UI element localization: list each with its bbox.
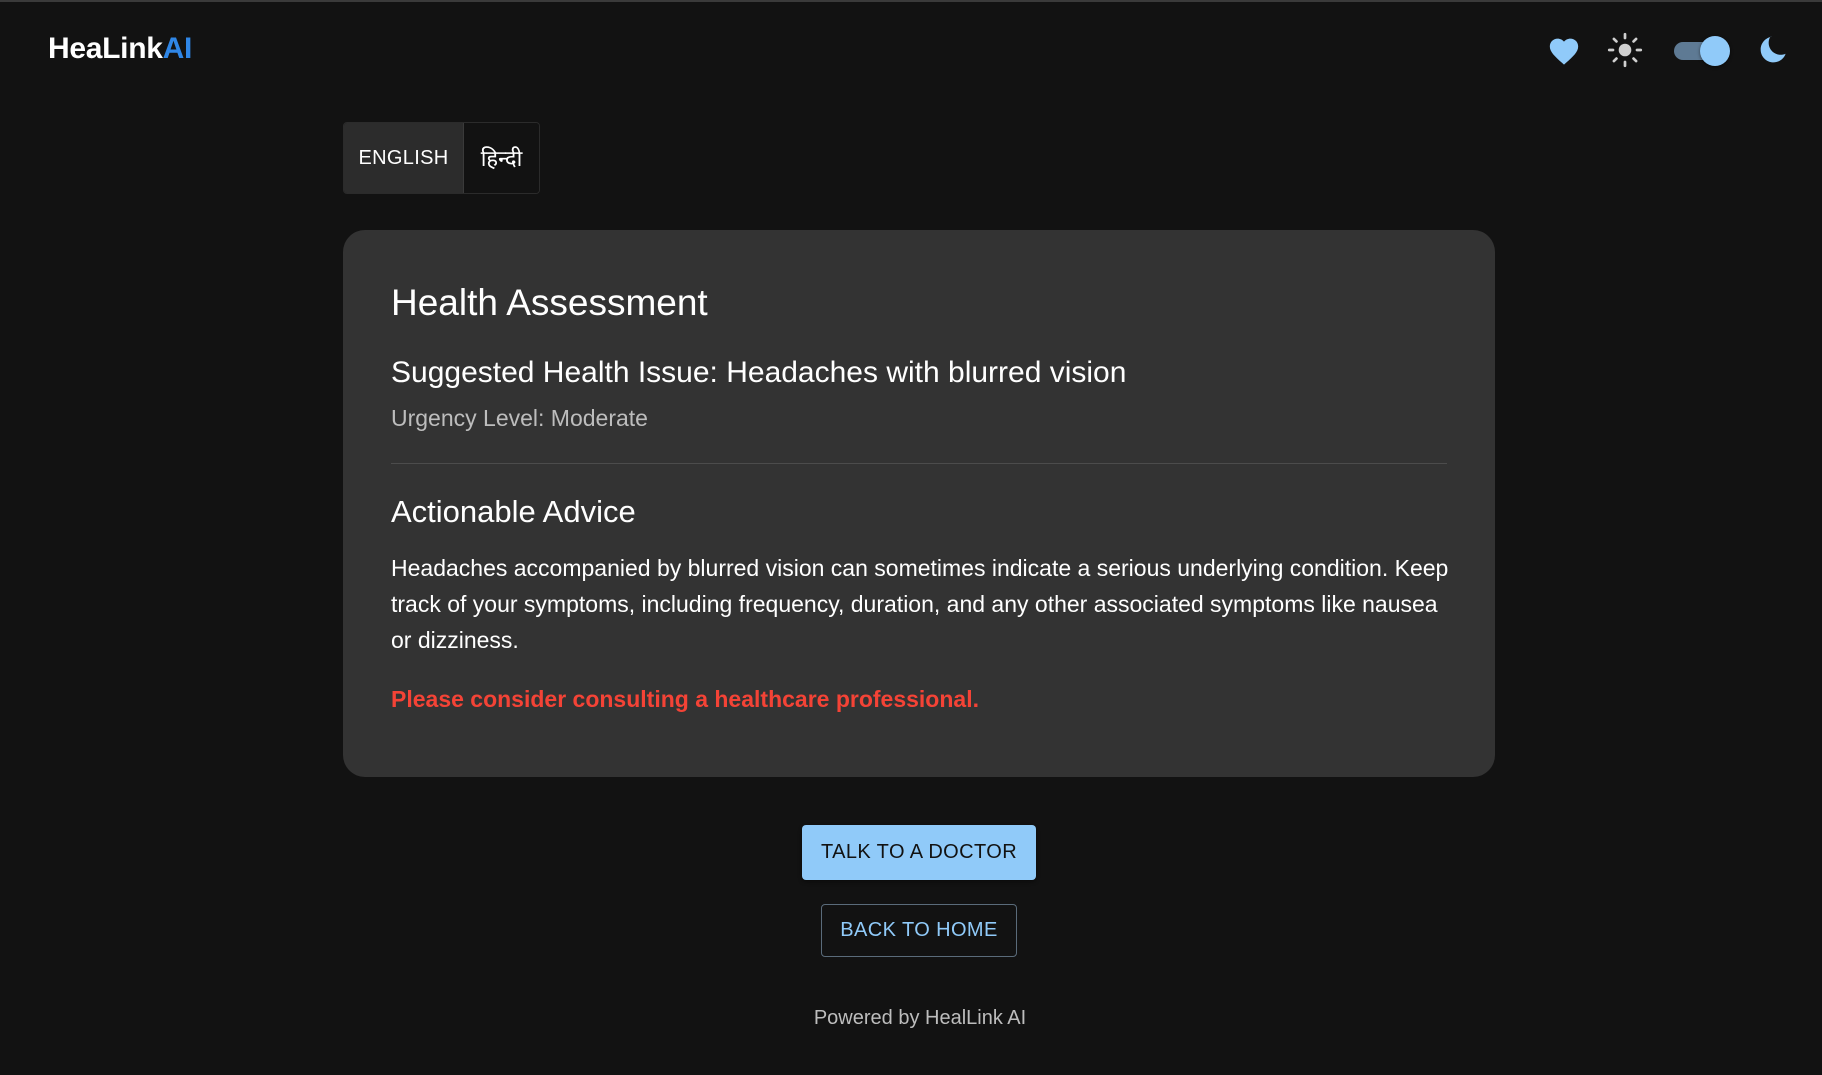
top-navbar: HeaLinkAI xyxy=(0,0,1822,100)
suggested-health-issue: Suggested Health Issue: Headaches with b… xyxy=(391,356,1127,389)
urgency-level: Urgency Level: Moderate xyxy=(391,405,648,431)
brand-name: HeaLink xyxy=(48,32,163,65)
brand-accent: AI xyxy=(162,32,193,65)
brand-logo[interactable]: HeaLinkAI xyxy=(48,32,192,66)
sun-icon[interactable] xyxy=(1605,30,1645,70)
divider xyxy=(391,463,1447,464)
consult-warning: Please consider consulting a healthcare … xyxy=(391,686,979,712)
talk-to-doctor-button[interactable]: TALK TO A DOCTOR xyxy=(802,825,1036,880)
card-title: Health Assessment xyxy=(391,282,708,323)
moon-icon[interactable] xyxy=(1752,30,1792,70)
footer-text: Powered by HealLink AI xyxy=(813,1007,1027,1029)
back-to-home-button[interactable]: BACK TO HOME xyxy=(821,904,1017,957)
advice-heading: Actionable Advice xyxy=(391,494,636,529)
assessment-card: Health Assessment Suggested Health Issue… xyxy=(343,230,1495,777)
toggle-thumb xyxy=(1700,36,1730,66)
language-hindi-button[interactable]: हिन्दी xyxy=(464,123,539,193)
advice-text: Headaches accompanied by blurred vision … xyxy=(391,555,1449,653)
language-toggle-group: ENGLISH हिन्दी xyxy=(343,122,540,194)
theme-toggle[interactable] xyxy=(1672,36,1730,66)
heart-icon[interactable] xyxy=(1544,30,1584,70)
language-english-button[interactable]: ENGLISH xyxy=(344,123,464,193)
